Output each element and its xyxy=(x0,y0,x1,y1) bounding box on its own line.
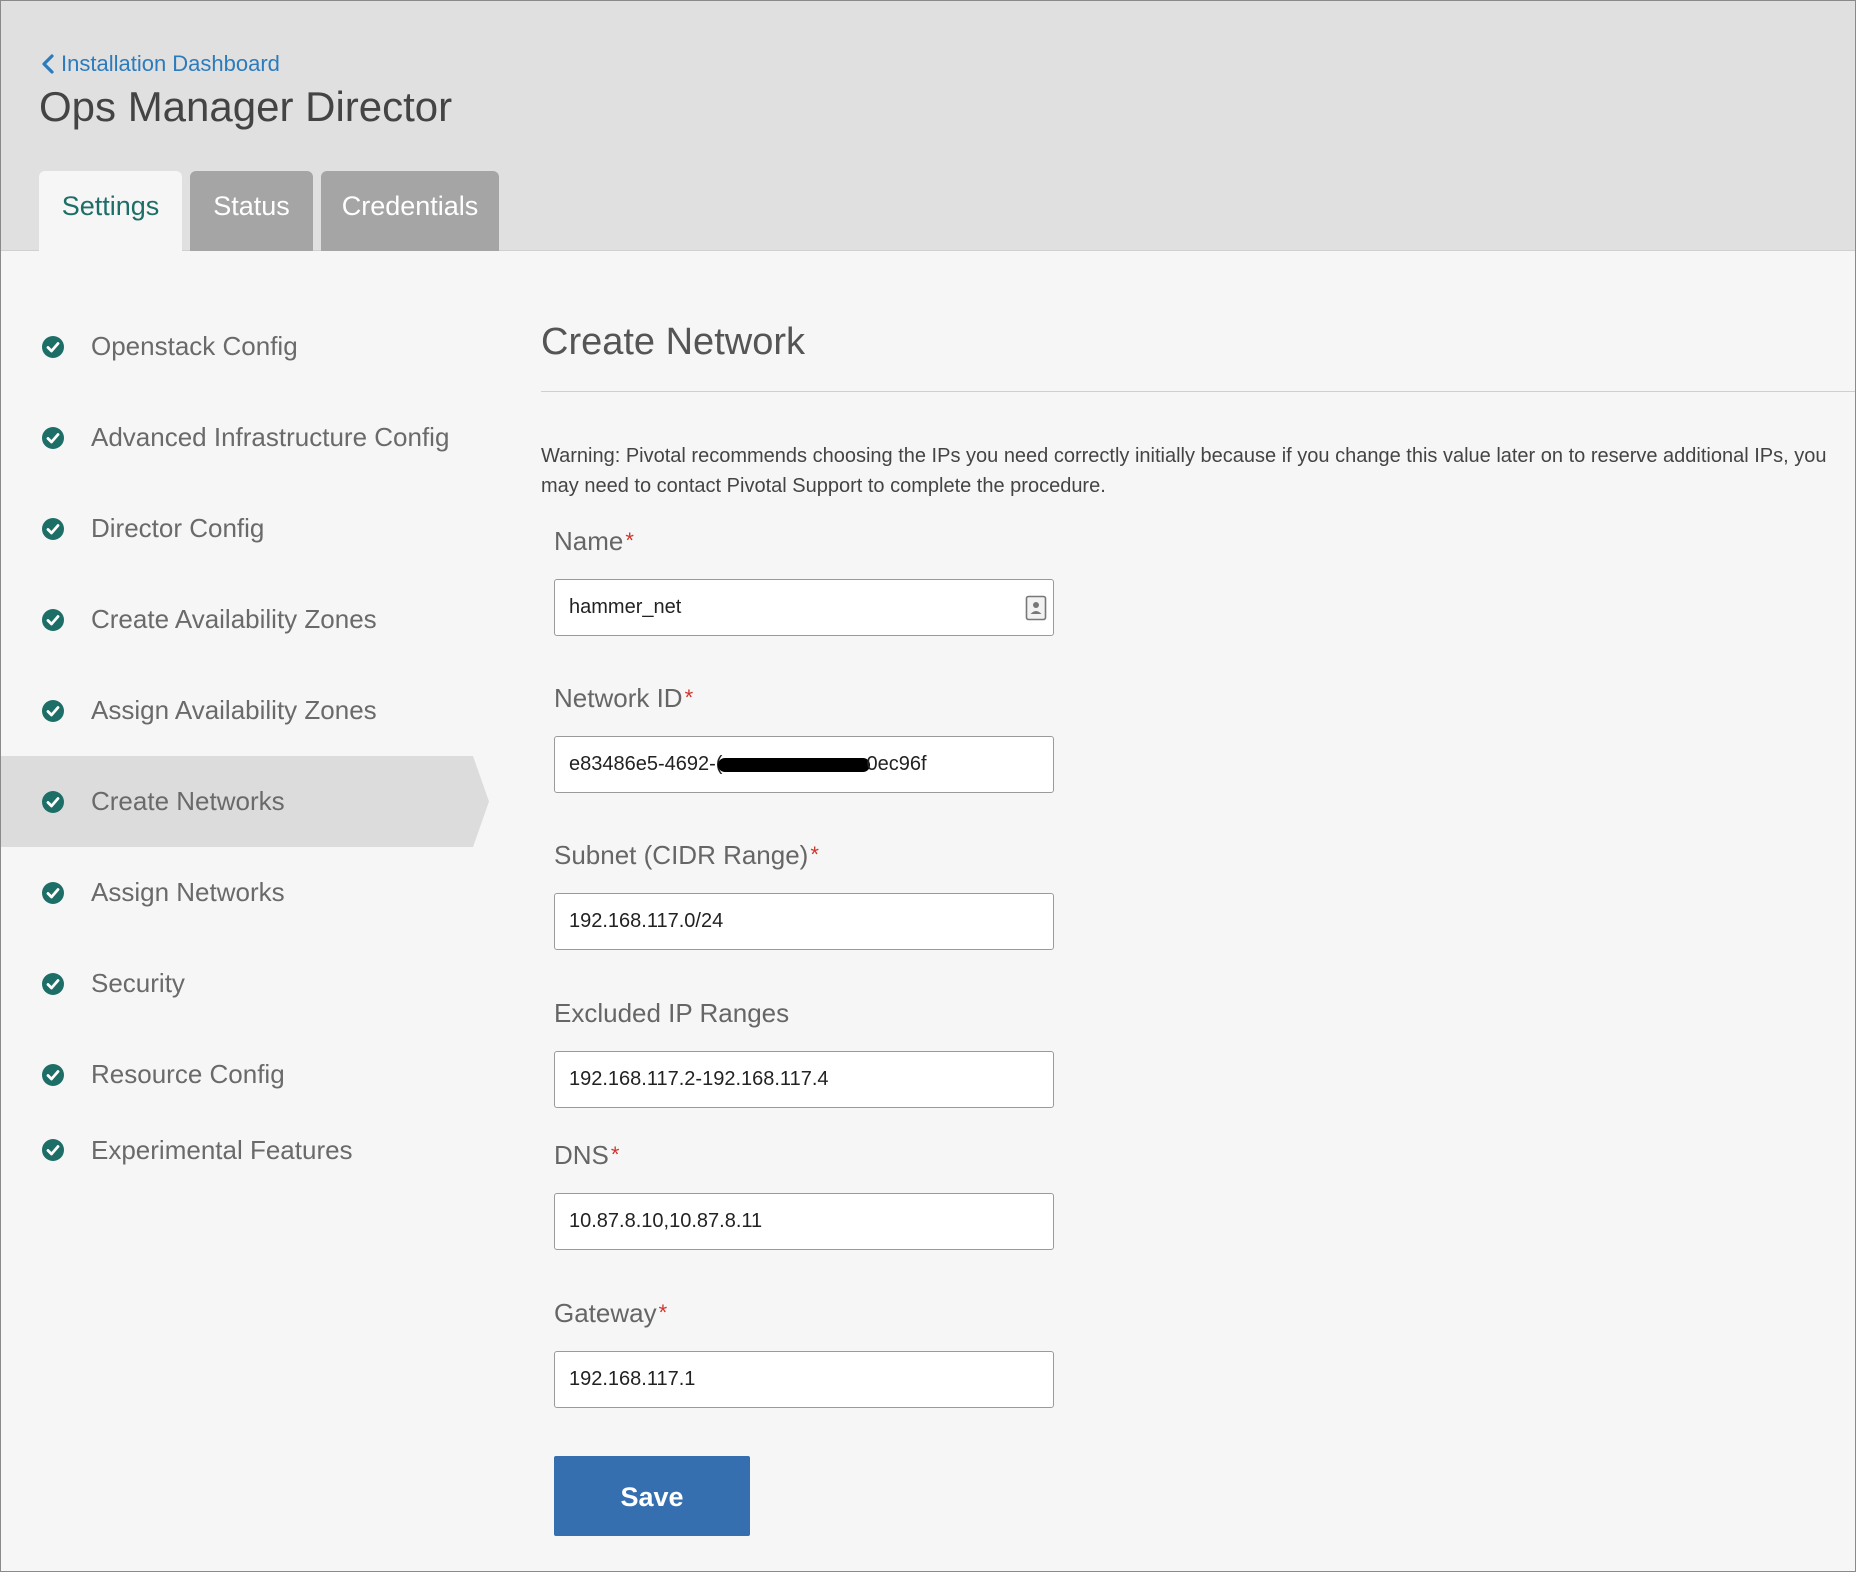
check-circle-icon xyxy=(42,1063,64,1086)
network-id-label: Network ID xyxy=(554,683,683,713)
sidebar-item-openstack-config[interactable]: Openstack Config xyxy=(1,301,501,392)
network-id-input[interactable]: e83486e5-4692-( 0ec96f xyxy=(554,736,1054,793)
field-label: Name* xyxy=(554,521,1054,561)
sidebar-item-experimental-features[interactable]: Experimental Features xyxy=(1,1120,501,1180)
redaction-mark xyxy=(718,757,871,772)
subnet-value: 192.168.117.0/24 xyxy=(569,910,724,932)
tab-credentials[interactable]: Credentials xyxy=(321,171,499,251)
gateway-input[interactable]: 192.168.117.1 xyxy=(554,1351,1054,1408)
section-title: Create Network xyxy=(541,321,805,363)
required-marker: * xyxy=(625,528,634,553)
check-circle-icon xyxy=(42,608,64,631)
check-circle-icon xyxy=(42,699,64,722)
sidebar-item-resource-config[interactable]: Resource Config xyxy=(1,1029,501,1120)
check-circle-icon xyxy=(42,790,64,813)
dns-input[interactable]: 10.87.8.10,10.87.8.11 xyxy=(554,1193,1054,1250)
sidebar-item-label: Assign Networks xyxy=(91,877,285,907)
sidebar-item-label: Resource Config xyxy=(91,1059,285,1089)
sidebar-item-label: Create Availability Zones xyxy=(91,604,377,634)
check-circle-icon xyxy=(42,335,64,358)
excluded-ip-value: 192.168.117.2-192.168.117.4 xyxy=(569,1068,829,1090)
check-circle-icon xyxy=(42,881,64,904)
check-circle-icon xyxy=(42,1139,64,1161)
chevron-left-icon xyxy=(42,54,54,74)
excluded-ip-label: Excluded IP Ranges xyxy=(554,998,790,1028)
tab-bar: Settings Status Credentials xyxy=(39,171,499,252)
sidebar-item-assign-networks[interactable]: Assign Networks xyxy=(1,847,501,938)
required-marker: * xyxy=(810,842,819,867)
sidebar-item-advanced-infrastructure-config[interactable]: Advanced Infrastructure Config xyxy=(1,392,501,483)
name-value: hammer_net xyxy=(569,596,682,618)
contact-card-icon[interactable] xyxy=(1025,595,1047,621)
subnet-label: Subnet (CIDR Range) xyxy=(554,840,809,870)
back-link-label: Installation Dashboard xyxy=(61,51,280,76)
dns-label: DNS xyxy=(554,1140,609,1170)
divider xyxy=(541,391,1855,392)
sidebar-item-director-config[interactable]: Director Config xyxy=(1,483,501,574)
network-id-value-prefix: e83486e5-4692-( xyxy=(569,753,723,775)
check-circle-icon xyxy=(42,517,64,540)
excluded-ip-input[interactable]: 192.168.117.2-192.168.117.4 xyxy=(554,1051,1054,1108)
sidebar-item-label: Security xyxy=(91,968,185,998)
gateway-value: 192.168.117.1 xyxy=(569,1368,696,1390)
required-marker: * xyxy=(684,685,694,710)
check-circle-icon xyxy=(42,426,64,449)
sidebar-item-label: Director Config xyxy=(91,513,265,543)
field-label: Excluded IP Ranges xyxy=(554,993,1054,1033)
check-circle-icon xyxy=(42,972,64,995)
tab-status[interactable]: Status xyxy=(190,171,313,251)
subnet-input[interactable]: 192.168.117.0/24 xyxy=(554,893,1054,950)
sidebar-item-create-availability-zones[interactable]: Create Availability Zones xyxy=(1,574,501,665)
warning-text: Warning: Pivotal recommends choosing the… xyxy=(541,445,1827,497)
gateway-label: Gateway xyxy=(554,1298,657,1328)
field-label: Subnet (CIDR Range)* xyxy=(554,835,1054,875)
field-label: DNS* xyxy=(554,1135,1054,1175)
network-id-field-group: Network ID* e83486e5-4692-( 0ec96f xyxy=(554,678,1054,793)
sidebar-item-label: Experimental Features xyxy=(91,1134,353,1165)
dns-value: 10.87.8.10,10.87.8.11 xyxy=(569,1210,763,1232)
sidebar-item-label: Assign Availability Zones xyxy=(91,695,377,725)
sidebar-item-label: Advanced Infrastructure Config xyxy=(91,422,450,452)
save-button[interactable]: Save xyxy=(554,1456,750,1536)
required-marker: * xyxy=(658,1300,668,1325)
dns-field-group: DNS* 10.87.8.10,10.87.8.11 xyxy=(554,1135,1054,1250)
name-input[interactable]: hammer_net xyxy=(554,579,1054,636)
subnet-field-group: Subnet (CIDR Range)* 192.168.117.0/24 xyxy=(554,835,1054,950)
back-to-dashboard-link[interactable]: Installation Dashboard xyxy=(41,51,280,77)
excluded-ip-field-group: Excluded IP Ranges 192.168.117.2-192.168… xyxy=(554,993,1054,1108)
field-label: Gateway* xyxy=(554,1293,1054,1333)
sidebar-nav: Openstack Config Advanced Infrastructure… xyxy=(1,301,501,1180)
sidebar-item-label: Create Networks xyxy=(91,786,285,816)
network-id-value-suffix: 0ec96f xyxy=(866,753,927,775)
page-header: Installation Dashboard Ops Manager Direc… xyxy=(1,1,1855,252)
tab-settings[interactable]: Settings xyxy=(39,171,182,252)
name-field-group: Name* hammer_net xyxy=(554,521,1054,636)
sidebar-item-assign-availability-zones[interactable]: Assign Availability Zones xyxy=(1,665,501,756)
required-marker: * xyxy=(610,1142,620,1167)
sidebar-item-security[interactable]: Security xyxy=(1,938,501,1029)
app-window: Installation Dashboard Ops Manager Direc… xyxy=(0,0,1856,1572)
gateway-field-group: Gateway* 192.168.117.1 xyxy=(554,1293,1054,1408)
name-label: Name xyxy=(554,526,624,556)
sidebar-item-label: Openstack Config xyxy=(91,331,298,361)
sidebar-item-create-networks[interactable]: Create Networks xyxy=(1,756,501,847)
field-label: Network ID* xyxy=(554,678,1054,718)
page-title: Ops Manager Director xyxy=(39,83,453,130)
